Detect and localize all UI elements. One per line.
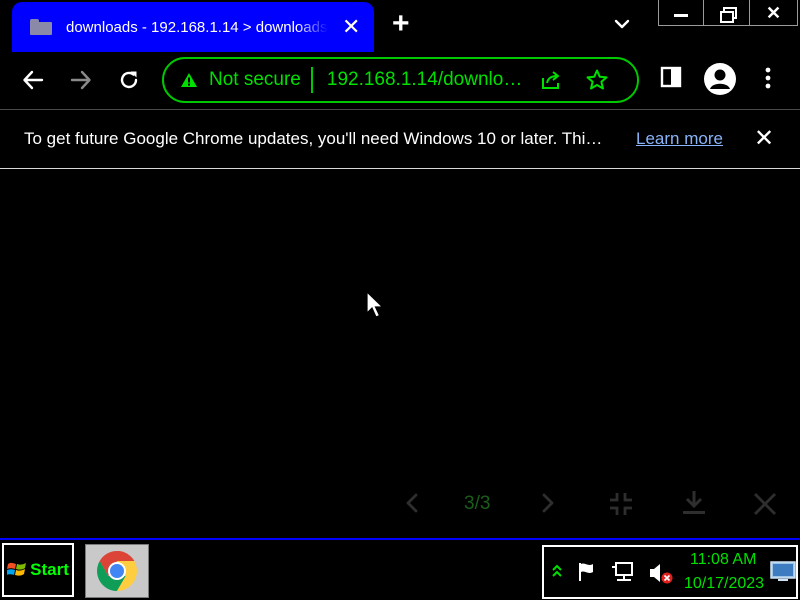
close-window-button[interactable]: ✕ (750, 0, 798, 26)
restore-button[interactable] (704, 0, 750, 26)
infobar-message: To get future Google Chrome updates, you… (24, 129, 603, 148)
action-center-flag-icon[interactable] (576, 561, 598, 583)
restore-icon (719, 6, 737, 23)
tab-strip: downloads - 192.168.1.14 > downloads ✕ +… (0, 0, 800, 52)
address-bar[interactable]: Not secure 192.168.1.14/downloads (162, 57, 639, 103)
show-hidden-icons-icon[interactable] (552, 563, 562, 579)
close-icon: ✕ (765, 2, 782, 23)
arrow-right-icon (70, 70, 91, 90)
image-counter: 3/3 (464, 493, 491, 514)
window-controls: ✕ (658, 0, 798, 26)
minimize-button[interactable] (658, 0, 704, 26)
network-icon[interactable] (612, 561, 636, 583)
clock-date[interactable]: 10/17/2023 (684, 575, 764, 593)
system-tray: 11:08 AM 10/17/2023 (542, 545, 798, 599)
tab-close-icon[interactable]: ✕ (342, 16, 360, 38)
security-status[interactable]: Not secure (209, 69, 301, 91)
infobar-close-icon[interactable]: ✕ (754, 127, 774, 151)
taskbar: Start 11:08 AM 10/17/2023 (0, 538, 800, 600)
share-icon[interactable] (539, 68, 563, 92)
desktop-screen: downloads - 192.168.1.14 > downloads ✕ +… (0, 0, 800, 600)
image-viewer-area: 3/3 (0, 170, 800, 538)
omnibox-divider (310, 67, 313, 93)
profile-avatar-button[interactable] (704, 63, 736, 95)
viewer-controls: 3/3 (0, 485, 800, 525)
start-label: Start (30, 560, 69, 579)
volume-muted-icon[interactable] (648, 561, 674, 585)
reload-icon (120, 71, 138, 89)
update-infobar: To get future Google Chrome updates, you… (0, 109, 800, 169)
url-text[interactable]: 192.168.1.14/downloads (327, 69, 525, 91)
reload-button[interactable] (114, 65, 144, 95)
start-button[interactable]: Start (2, 543, 74, 597)
minimize-icon (674, 14, 688, 17)
chevron-down-icon[interactable] (612, 14, 632, 34)
side-panel-icon[interactable] (660, 66, 682, 88)
bookmark-star-icon[interactable] (585, 68, 609, 92)
tab-title: downloads - 192.168.1.14 > downloads (66, 18, 328, 36)
previous-icon[interactable] (402, 491, 422, 515)
arrow-left-icon (23, 70, 44, 90)
person-icon (710, 69, 730, 89)
clock-time[interactable]: 11:08 AM (690, 551, 756, 569)
show-desktop-icon[interactable] (770, 560, 796, 582)
back-button[interactable] (18, 65, 48, 95)
chrome-taskbar-button[interactable] (85, 544, 149, 598)
more-menu-icon[interactable] (760, 66, 776, 90)
download-icon[interactable] (681, 489, 707, 517)
tab-downloads[interactable]: downloads - 192.168.1.14 > downloads ✕ (12, 2, 374, 52)
learn-more-link[interactable]: Learn more (636, 129, 723, 149)
mouse-cursor-icon (366, 291, 384, 318)
next-icon[interactable] (538, 491, 558, 515)
new-tab-button[interactable]: + (392, 9, 410, 39)
exit-fullscreen-icon[interactable] (608, 491, 634, 517)
forward-button[interactable] (66, 65, 96, 95)
chrome-icon (97, 551, 137, 591)
warning-icon[interactable] (180, 72, 198, 88)
close-viewer-icon[interactable] (752, 491, 778, 517)
folder-icon (30, 19, 52, 35)
windows-logo-icon (7, 562, 27, 576)
